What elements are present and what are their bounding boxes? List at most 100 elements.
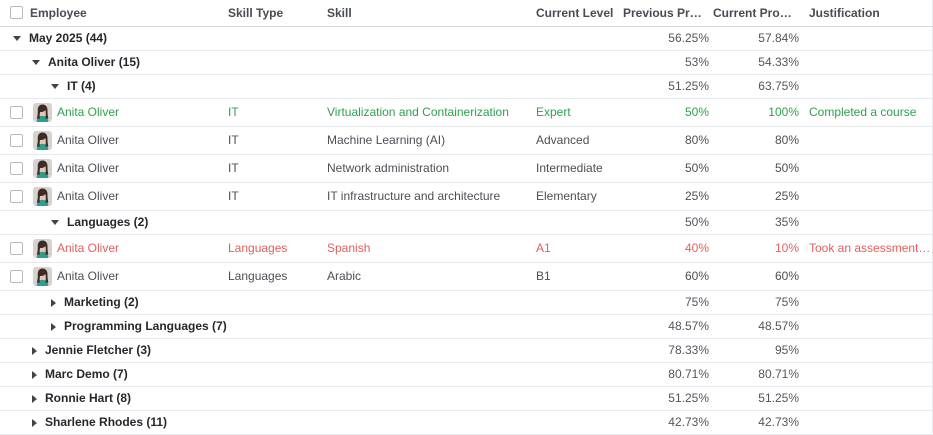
employee-avatar [33, 239, 52, 258]
caret-down-icon[interactable] [51, 84, 59, 89]
group-current-progress: 54.33% [713, 50, 803, 74]
row-checkbox-cell [0, 98, 30, 126]
current-progress-cell: 100% [713, 98, 803, 126]
column-header-skill-type[interactable]: Skill Type [228, 0, 327, 26]
skill-cell: IT infrastructure and architecture [327, 182, 536, 210]
employee-name: Anita Oliver [57, 133, 119, 147]
column-header-previous-progress[interactable]: Previous Progress [623, 0, 713, 26]
record-row[interactable]: Anita OliverLanguagesArabicB160%60% [0, 262, 933, 290]
record-row[interactable]: Anita OliverLanguagesSpanishA140%10%Took… [0, 234, 933, 262]
group-row[interactable]: Jennie Fletcher (3)78.33%95% [0, 338, 933, 362]
row-checkbox[interactable] [10, 190, 23, 203]
justification-cell: Took an assessment test [803, 234, 933, 262]
group-justification-cell [803, 26, 933, 50]
employee: Anita Oliver [33, 187, 228, 206]
group-previous-progress: 56.25% [623, 26, 713, 50]
employee-avatar [33, 187, 52, 206]
row-checkbox[interactable] [10, 134, 23, 147]
row-checkbox-cell [0, 234, 30, 262]
current-level: B1 [536, 269, 551, 283]
employee-name: Anita Oliver [57, 189, 119, 203]
caret-right-icon[interactable] [32, 419, 37, 427]
record-row[interactable]: Anita OliverITVirtualization and Contain… [0, 98, 933, 126]
justification: Completed a course [809, 105, 916, 119]
current-progress-cell: 10% [713, 234, 803, 262]
group-label-cell: IT (4) [0, 74, 623, 98]
group-label-cell: Marketing (2) [0, 290, 623, 314]
group-justification-cell [803, 338, 933, 362]
group-current-progress: 51.25% [713, 386, 803, 410]
caret-right-icon[interactable] [32, 371, 37, 379]
group-row[interactable]: Marketing (2)75%75% [0, 290, 933, 314]
justification: Took an assessment test [809, 241, 933, 255]
group-row[interactable]: Marc Demo (7)80.71%80.71% [0, 362, 933, 386]
group-row[interactable]: Languages (2)50%35% [0, 210, 933, 234]
group-previous-progress: 53% [623, 50, 713, 74]
row-checkbox[interactable] [10, 162, 23, 175]
caret-right-icon[interactable] [51, 323, 56, 331]
current-progress-cell: 25% [713, 182, 803, 210]
caret-down-icon[interactable] [13, 36, 21, 41]
employee-cell: Anita Oliver [30, 262, 228, 290]
group-label-cell: Anita Oliver (15) [0, 50, 623, 74]
current-progress-cell: 50% [713, 154, 803, 182]
group-row[interactable]: Ronnie Hart (8)51.25%51.25% [0, 386, 933, 410]
justification-cell [803, 154, 933, 182]
skill-type-cell: Languages [228, 234, 327, 262]
current-progress: 80% [775, 133, 799, 147]
group-previous-progress: 75% [623, 290, 713, 314]
caret-right-icon[interactable] [51, 299, 56, 307]
group-label: IT (4) [67, 79, 96, 93]
employee-cell: Anita Oliver [30, 182, 228, 210]
row-checkbox[interactable] [10, 106, 23, 119]
current-level-cell: Intermediate [536, 154, 623, 182]
select-all-checkbox[interactable] [10, 6, 23, 19]
skill-cell: Machine Learning (AI) [327, 126, 536, 154]
group-row[interactable]: IT (4)51.25%63.75% [0, 74, 933, 98]
current-level: Intermediate [536, 161, 603, 175]
row-checkbox[interactable] [10, 242, 23, 255]
skills-table: Employee Skill Type Skill Current Level … [0, 0, 933, 435]
group-justification-cell [803, 74, 933, 98]
record-row[interactable]: Anita Oliver ITIT infrastructure and arch… [0, 182, 933, 210]
skill-type-cell: IT [228, 182, 327, 210]
group-label-cell: Languages (2) [0, 210, 623, 234]
group-row[interactable]: May 2025 (44)56.25%57.84% [0, 26, 933, 50]
skill-type-cell: IT [228, 98, 327, 126]
column-header-skill[interactable]: Skill [327, 0, 536, 26]
justification-cell: Completed a course [803, 98, 933, 126]
caret-down-icon[interactable] [32, 60, 40, 65]
skill: Arabic [327, 269, 361, 283]
employee-name: Anita Oliver [57, 105, 119, 119]
current-level-cell: A1 [536, 234, 623, 262]
row-checkbox[interactable] [10, 270, 23, 283]
current-level-cell: Advanced [536, 126, 623, 154]
previous-progress-cell: 80% [623, 126, 713, 154]
column-header-justification[interactable]: Justification [803, 0, 933, 26]
caret-right-icon[interactable] [32, 347, 37, 355]
row-checkbox-cell [0, 154, 30, 182]
group-justification-cell [803, 314, 933, 338]
group-label: Marketing (2) [64, 295, 139, 309]
group-row[interactable]: Programming Languages (7)48.57%48.57% [0, 314, 933, 338]
current-progress: 100% [768, 105, 799, 119]
group-label: Languages (2) [67, 215, 148, 229]
current-progress: 10% [775, 241, 799, 255]
record-row[interactable]: Anita OliverITMachine Learning (AI)Advan… [0, 126, 933, 154]
group-row[interactable]: Sharlene Rhodes (11)42.73%42.73% [0, 410, 933, 434]
group-previous-progress: 50% [623, 210, 713, 234]
row-checkbox-cell [0, 262, 30, 290]
column-header-current-progress[interactable]: Current Progress [713, 0, 803, 26]
group-justification-cell [803, 410, 933, 434]
caret-right-icon[interactable] [32, 395, 37, 403]
column-header-current-level[interactable]: Current Level [536, 0, 623, 26]
record-row[interactable]: Anita OliverITNetwork administrationInte… [0, 154, 933, 182]
group-previous-progress: 51.25% [623, 386, 713, 410]
group-previous-progress: 78.33% [623, 338, 713, 362]
group-row[interactable]: Anita Oliver (15) 53%54.33% [0, 50, 933, 74]
group-label: Anita Oliver (15) [48, 55, 140, 69]
justification-cell [803, 126, 933, 154]
skill-type: IT [228, 161, 239, 175]
column-header-employee[interactable]: Employee [30, 0, 228, 26]
caret-down-icon[interactable] [51, 220, 59, 225]
